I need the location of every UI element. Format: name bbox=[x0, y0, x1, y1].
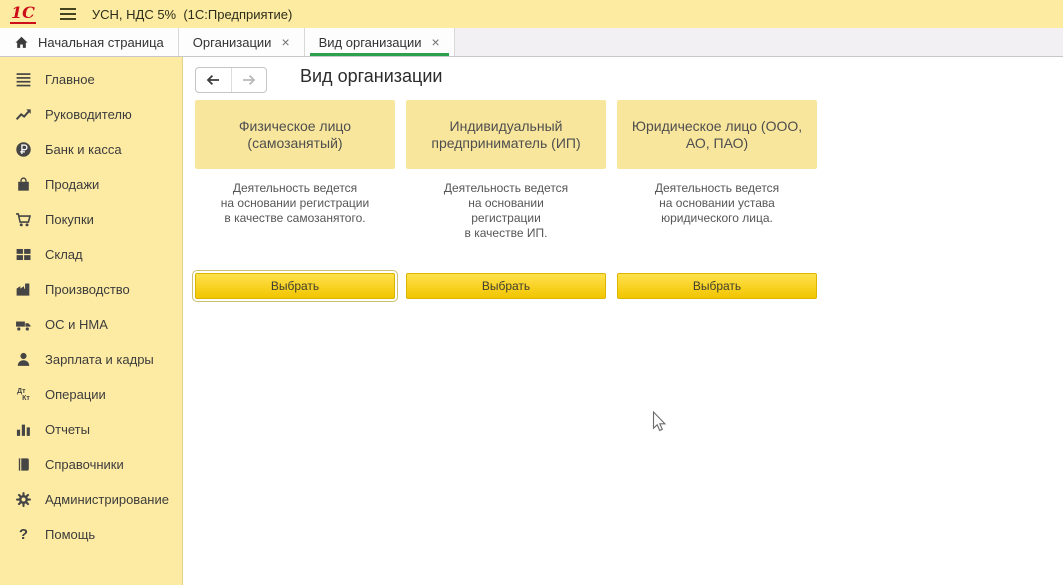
tab-close-icon[interactable]: × bbox=[432, 35, 440, 49]
tab-organizations[interactable]: Организации × bbox=[179, 28, 305, 56]
sidebar-item-label: Банк и касса bbox=[45, 142, 122, 157]
sidebar-item-payroll-hr[interactable]: Зарплата и кадры bbox=[0, 342, 182, 377]
active-tab-underline bbox=[310, 53, 449, 56]
card-self-employed: Физическое лицо (самозанятый) Деятельнос… bbox=[195, 100, 395, 299]
sidebar-item-label: Продажи bbox=[45, 177, 99, 192]
factory-icon bbox=[15, 281, 32, 298]
tab-bar: Начальная страница Организации × Вид орг… bbox=[0, 28, 1063, 57]
menu-lines-icon bbox=[15, 71, 32, 88]
sidebar-item-warehouse[interactable]: Склад bbox=[0, 237, 182, 272]
tab-label: Организации bbox=[193, 35, 272, 50]
sidebar-item-directories[interactable]: Справочники bbox=[0, 447, 182, 482]
forward-button[interactable] bbox=[232, 68, 267, 92]
window-title: УСН, НДС 5% (1С:Предприятие) bbox=[92, 7, 292, 22]
titlebar: 1С УСН, НДС 5% (1С:Предприятие) bbox=[0, 0, 1063, 28]
boxes-icon bbox=[15, 246, 32, 263]
sidebar-item-label: Администрирование bbox=[45, 492, 169, 507]
organization-type-cards: Физическое лицо (самозанятый) Деятельнос… bbox=[195, 100, 817, 299]
sidebar-item-label: Склад bbox=[45, 247, 83, 262]
arrow-right-icon bbox=[241, 73, 257, 87]
gear-icon bbox=[15, 491, 32, 508]
tab-label: Вид организации bbox=[319, 35, 422, 50]
history-nav-group bbox=[195, 67, 267, 93]
main-menu-button[interactable] bbox=[60, 8, 76, 20]
sidebar-item-operations[interactable]: ДтКт Операции bbox=[0, 377, 182, 412]
sidebar-item-label: Покупки bbox=[45, 212, 94, 227]
card-title: Физическое лицо (самозанятый) bbox=[195, 100, 395, 169]
sidebar-item-label: Руководителю bbox=[45, 107, 132, 122]
trend-up-icon bbox=[15, 106, 32, 123]
sidebar-item-label: Зарплата и кадры bbox=[45, 352, 154, 367]
sidebar-item-label: Отчеты bbox=[45, 422, 90, 437]
back-button[interactable] bbox=[196, 68, 232, 92]
hamburger-icon bbox=[60, 8, 76, 10]
card-description: Деятельность ведется на основании регист… bbox=[406, 181, 606, 241]
sidebar-item-label: Справочники bbox=[45, 457, 124, 472]
sidebar-item-manager[interactable]: Руководителю bbox=[0, 97, 182, 132]
arrow-left-icon bbox=[205, 73, 221, 87]
home-icon bbox=[14, 35, 29, 50]
tab-close-icon[interactable]: × bbox=[281, 35, 289, 49]
question-icon: ? bbox=[15, 526, 32, 543]
shopping-cart-icon bbox=[15, 211, 32, 228]
select-button-entrepreneur[interactable]: Выбрать bbox=[406, 273, 606, 299]
card-description: Деятельность ведется на основании регист… bbox=[195, 181, 395, 226]
card-title: Индивидуальный предприниматель (ИП) bbox=[406, 100, 606, 169]
card-legal-entity: Юридическое лицо (ООО, АО, ПАО) Деятельн… bbox=[617, 100, 817, 299]
sidebar-item-main[interactable]: Главное bbox=[0, 62, 182, 97]
sidebar-item-label: Операции bbox=[45, 387, 106, 402]
tab-organization-type[interactable]: Вид организации × bbox=[305, 28, 455, 56]
sidebar-item-fixed-assets[interactable]: ОС и НМА bbox=[0, 307, 182, 342]
sidebar-item-purchases[interactable]: Покупки bbox=[0, 202, 182, 237]
debit-credit-icon: ДтКт bbox=[15, 386, 32, 403]
sidebar-item-administration[interactable]: Администрирование bbox=[0, 482, 182, 517]
sidebar: Главное Руководителю Банк и касса Продаж… bbox=[0, 57, 183, 585]
ruble-circle-icon bbox=[15, 141, 32, 158]
sidebar-item-label: Главное bbox=[45, 72, 95, 87]
tab-home[interactable]: Начальная страница bbox=[0, 28, 179, 56]
select-button-legal-entity[interactable]: Выбрать bbox=[617, 273, 817, 299]
book-icon bbox=[15, 456, 32, 473]
card-title: Юридическое лицо (ООО, АО, ПАО) bbox=[617, 100, 817, 169]
person-icon bbox=[15, 351, 32, 368]
page-title: Вид организации bbox=[300, 66, 442, 87]
shopping-bag-icon bbox=[15, 176, 32, 193]
sidebar-item-bank-cash[interactable]: Банк и касса bbox=[0, 132, 182, 167]
main-content: Вид организации Физическое лицо (самозан… bbox=[184, 57, 1063, 585]
truck-icon bbox=[15, 316, 32, 333]
sidebar-item-label: Производство bbox=[45, 282, 130, 297]
sidebar-item-help[interactable]: ? Помощь bbox=[0, 517, 182, 552]
card-entrepreneur: Индивидуальный предприниматель (ИП) Деят… bbox=[406, 100, 606, 299]
sidebar-item-label: ОС и НМА bbox=[45, 317, 108, 332]
sidebar-item-production[interactable]: Производство bbox=[0, 272, 182, 307]
select-button-self-employed[interactable]: Выбрать bbox=[195, 273, 395, 299]
card-description: Деятельность ведется на основании устава… bbox=[617, 181, 817, 226]
app-logo-1c: 1С bbox=[10, 5, 36, 24]
sidebar-item-reports[interactable]: Отчеты bbox=[0, 412, 182, 447]
tab-label: Начальная страница bbox=[38, 35, 164, 50]
sidebar-item-label: Помощь bbox=[45, 527, 95, 542]
bar-chart-icon bbox=[15, 421, 32, 438]
sidebar-item-sales[interactable]: Продажи bbox=[0, 167, 182, 202]
